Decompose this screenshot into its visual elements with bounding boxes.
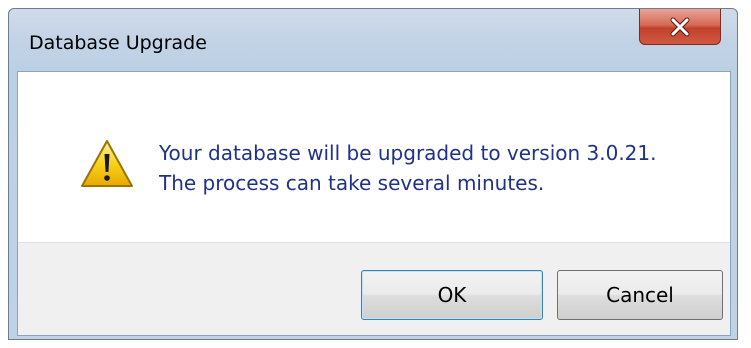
dialog-window: Database Upgrade Your database will be u…	[8, 8, 738, 340]
message-area: Your database will be upgraded to versio…	[18, 72, 730, 242]
close-icon	[670, 17, 690, 36]
ok-button[interactable]: OK	[361, 270, 543, 320]
message-text: Your database will be upgraded to versio…	[159, 138, 657, 198]
window-title: Database Upgrade	[29, 32, 207, 54]
close-button[interactable]	[639, 9, 721, 45]
title-bar[interactable]: Database Upgrade	[9, 9, 737, 71]
warning-icon	[81, 140, 133, 187]
message-line-version: Your database will be upgraded to versio…	[159, 141, 657, 165]
button-bar: OK Cancel	[18, 242, 730, 335]
cancel-button[interactable]: Cancel	[557, 270, 723, 320]
message-line-duration: The process can take several minutes.	[159, 171, 545, 195]
dialog-content: Your database will be upgraded to versio…	[17, 71, 731, 336]
